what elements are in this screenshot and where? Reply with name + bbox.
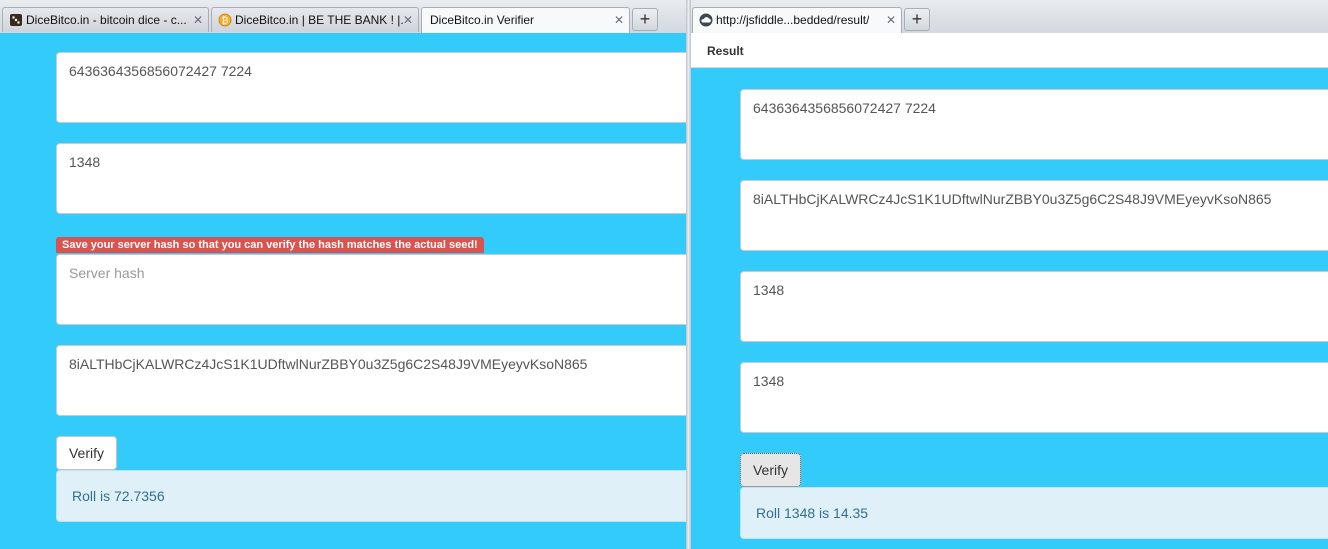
client-seed-input[interactable]: 6436364356856072427 7224 <box>740 89 1328 160</box>
verify-button[interactable]: Verify <box>740 453 801 487</box>
left-page-viewport: 6436364356856072427 7224 1348 Save your … <box>0 33 686 549</box>
server-hash-warning-badge: Save your server hash so that you can ve… <box>56 237 484 253</box>
dice-icon <box>9 11 23 26</box>
right-tab-bar: http://jsfiddle...bedded/result/ ✕ + <box>691 0 1328 34</box>
bitcoin-coin-icon: ₿ <box>218 11 232 27</box>
nonce-input[interactable]: 1348 <box>740 271 1328 342</box>
server-hash-input[interactable]: Server hash <box>56 254 686 325</box>
tab-title: DiceBitco.in - bitcoin dice - c... <box>26 13 187 27</box>
left-tab-bar: DiceBitco.in - bitcoin dice - c... ✕ ₿ D… <box>0 0 686 34</box>
close-icon[interactable]: ✕ <box>403 8 413 32</box>
result-label: Result <box>707 44 744 58</box>
tab-jsfiddle-result[interactable]: http://jsfiddle...bedded/result/ ✕ <box>692 7 902 33</box>
nonce-input[interactable]: 1348 <box>56 143 686 214</box>
new-tab-button[interactable]: + <box>632 8 658 31</box>
svg-text:₿: ₿ <box>222 16 229 27</box>
cloud-icon <box>699 11 713 27</box>
right-page-viewport: 6436364356856072427 7224 8iALTHbCjKALWRC… <box>691 68 1328 549</box>
tab-dicebitco-verifier[interactable]: DiceBitco.in Verifier ✕ <box>421 7 630 33</box>
tab-title: DiceBitco.in | BE THE BANK ! |... <box>235 13 403 27</box>
roll-result-alert: Roll 1348 is 14.35 <box>740 487 1328 539</box>
server-seed-input[interactable]: 8iALTHbCjKALWRCz4JcS1K1UDftwlNurZBBY0u3Z… <box>56 345 686 416</box>
new-tab-button[interactable]: + <box>904 8 930 31</box>
tab-title: http://jsfiddle...bedded/result/ <box>716 13 870 27</box>
tab-dicebitco-dice[interactable]: DiceBitco.in - bitcoin dice - c... ✕ <box>2 7 209 32</box>
tab-dicebitco-bank[interactable]: ₿ DiceBitco.in | BE THE BANK ! |... ✕ <box>211 7 419 32</box>
server-seed-input[interactable]: 8iALTHbCjKALWRCz4JcS1K1UDftwlNurZBBY0u3Z… <box>740 180 1328 251</box>
close-icon[interactable]: ✕ <box>193 8 203 32</box>
client-seed-input[interactable]: 6436364356856072427 7224 <box>56 52 686 123</box>
left-browser-window: DiceBitco.in - bitcoin dice - c... ✕ ₿ D… <box>0 0 686 549</box>
roll-result-alert: Roll is 72.7356 <box>56 470 686 522</box>
tab-title: DiceBitco.in Verifier <box>430 13 535 27</box>
close-icon[interactable]: ✕ <box>886 8 896 32</box>
result-header-bar: Result <box>691 33 1328 68</box>
nonce-input-2[interactable]: 1348 <box>740 362 1328 433</box>
verify-button[interactable]: Verify <box>56 436 117 470</box>
close-icon[interactable]: ✕ <box>614 8 624 32</box>
right-browser-window: http://jsfiddle...bedded/result/ ✕ + Res… <box>691 0 1328 549</box>
